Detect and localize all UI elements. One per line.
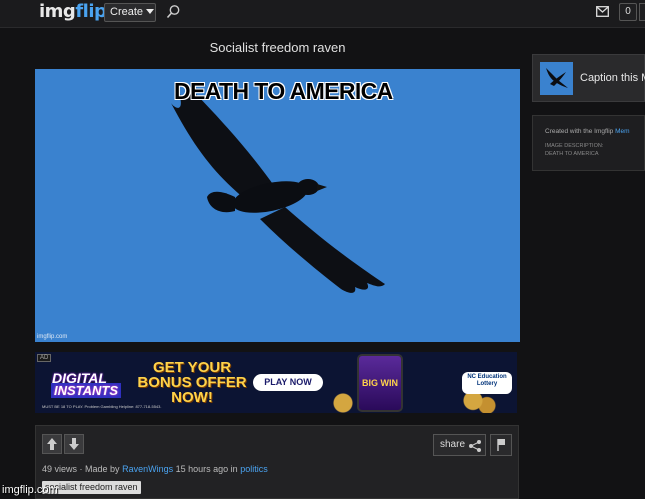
view-count: 49 views [42, 464, 78, 474]
raven-thumbnail-icon [546, 68, 568, 88]
page-title: Socialist freedom raven [209, 40, 346, 55]
ad-offer-text: GET YOUR BONUS OFFER NOW! [137, 359, 247, 406]
meme-details-card: Created with the Imgflip Mem IMAGE DESCR… [532, 115, 645, 171]
search-icon[interactable] [165, 4, 181, 20]
image-description: DEATH TO AMERICA [545, 151, 599, 157]
share-icon [469, 440, 481, 452]
share-label: share [440, 439, 466, 450]
raven-illustration [171, 89, 385, 293]
flag-icon [497, 439, 505, 451]
profile-button[interactable] [639, 3, 645, 21]
ad-gap [517, 352, 520, 413]
imgflip-logo[interactable]: imgflip [39, 1, 107, 22]
flag-button[interactable] [490, 434, 512, 456]
meme-generator-link[interactable]: Mem [615, 128, 629, 135]
arrow-down-icon [69, 438, 79, 450]
caret-down-icon [146, 9, 155, 14]
image-description-label: IMAGE DESCRIPTION: [545, 143, 604, 149]
made-by-prefix: · Made by [79, 464, 120, 474]
ad-phone-graphic: BIG WIN [357, 354, 403, 412]
meme-thumbnail [540, 62, 573, 95]
notifications-count[interactable]: 0 [619, 3, 637, 21]
ad-fine-print: MUST BE 18 TO PLAY. Problem Gambling Hel… [42, 404, 162, 409]
create-label: Create [110, 6, 144, 18]
ad-label: AD [37, 354, 52, 362]
create-dropdown-button[interactable]: Create [104, 3, 156, 22]
created-prefix: Created with the Imgflip [545, 128, 614, 135]
site-watermark: imgflip.com [2, 484, 58, 496]
image-watermark: imgflip.com [37, 334, 68, 340]
meme-image[interactable]: DEATH TO AMERICA imgflip.com [35, 69, 520, 342]
author-link[interactable]: RavenWings [122, 464, 173, 474]
ad-lottery-logo: NC Education Lottery [462, 372, 512, 394]
created-with-text: Created with the Imgflip Mem [545, 128, 630, 135]
caption-this-meme-button[interactable]: Caption this M [532, 54, 645, 102]
top-navbar: imgflip Create 0 [0, 0, 645, 28]
meme-caption: DEATH TO AMERICA [174, 78, 393, 104]
category-link[interactable]: politics [240, 464, 268, 474]
ad-brand-line2: INSTANTS [51, 383, 122, 398]
logo-text: img [39, 1, 76, 22]
logo-accent-text: flip [75, 1, 107, 22]
post-time: 15 hours ago in [175, 464, 238, 474]
advertisement-banner[interactable]: AD DIGITAL INSTANTS GET YOUR BONUS OFFER… [35, 352, 517, 413]
ad-phone-text: BIG WIN [362, 378, 398, 388]
downvote-button[interactable] [64, 434, 84, 454]
share-button[interactable]: share [433, 434, 486, 456]
meme-stats-line: 49 views · Made by RavenWings 15 hours a… [42, 464, 268, 474]
upvote-button[interactable] [42, 434, 62, 454]
mail-icon[interactable] [596, 6, 609, 17]
meme-info-panel: share 49 views · Made by RavenWings 15 h… [35, 425, 519, 499]
arrow-up-icon [47, 438, 57, 450]
caption-this-label: Caption this M [580, 72, 645, 84]
